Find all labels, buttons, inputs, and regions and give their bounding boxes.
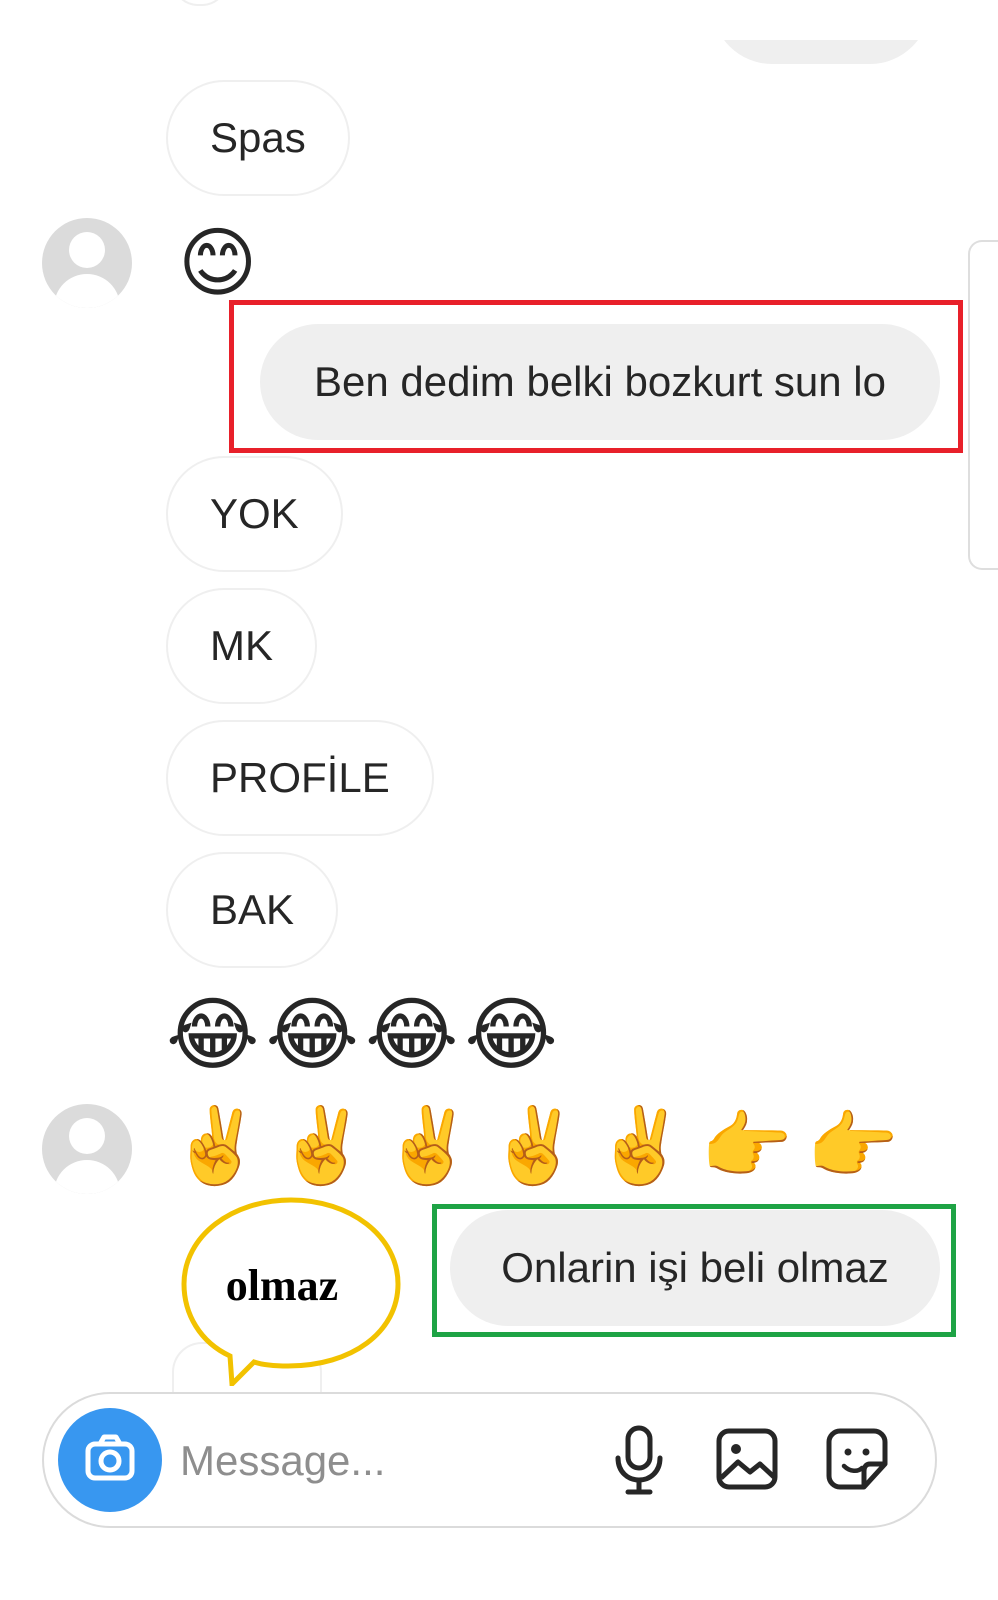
camera-button[interactable] bbox=[58, 1408, 162, 1512]
message-text: Spas bbox=[210, 114, 306, 161]
smiling-face-emoji: 😊 bbox=[178, 218, 258, 307]
received-message[interactable]: PROFİLE bbox=[166, 720, 434, 836]
emoji-message-hands[interactable]: ✌️✌️✌️✌️✌️👉👉 bbox=[170, 1100, 913, 1192]
green-annotation-frame bbox=[432, 1204, 956, 1337]
sender-avatar[interactable] bbox=[42, 1104, 132, 1194]
camera-icon bbox=[85, 1434, 135, 1481]
gallery-icon[interactable] bbox=[712, 1422, 782, 1498]
message-text: YOK bbox=[210, 490, 299, 537]
tears-of-joy-emoji: 😂😂😂😂 bbox=[166, 988, 564, 1081]
callout-text: olmaz bbox=[225, 1261, 339, 1310]
victory-hand-emoji: ✌️✌️✌️✌️✌️👉👉 bbox=[170, 1103, 913, 1189]
message-text: BAK bbox=[210, 886, 295, 933]
received-message[interactable]: BAK bbox=[166, 852, 339, 968]
received-message[interactable]: YOK bbox=[166, 456, 343, 572]
microphone-icon[interactable] bbox=[604, 1422, 674, 1498]
emoji-message-laughing[interactable]: 😂😂😂😂 bbox=[166, 990, 564, 1080]
partial-avatar-top bbox=[172, 0, 228, 6]
message-text: PROFİLE bbox=[210, 754, 390, 801]
scroll-indicator[interactable] bbox=[968, 240, 998, 570]
received-message[interactable]: MK bbox=[166, 588, 317, 704]
received-message[interactable]: Spas bbox=[166, 80, 350, 196]
sticker-icon[interactable] bbox=[822, 1422, 892, 1498]
sent-message-bubble-partial bbox=[712, 40, 930, 64]
message-text: MK bbox=[210, 622, 273, 669]
red-annotation-frame bbox=[229, 300, 963, 453]
emoji-message-smile[interactable]: 😊 bbox=[178, 220, 257, 306]
message-input[interactable] bbox=[180, 1418, 580, 1504]
sender-avatar[interactable] bbox=[42, 218, 132, 308]
